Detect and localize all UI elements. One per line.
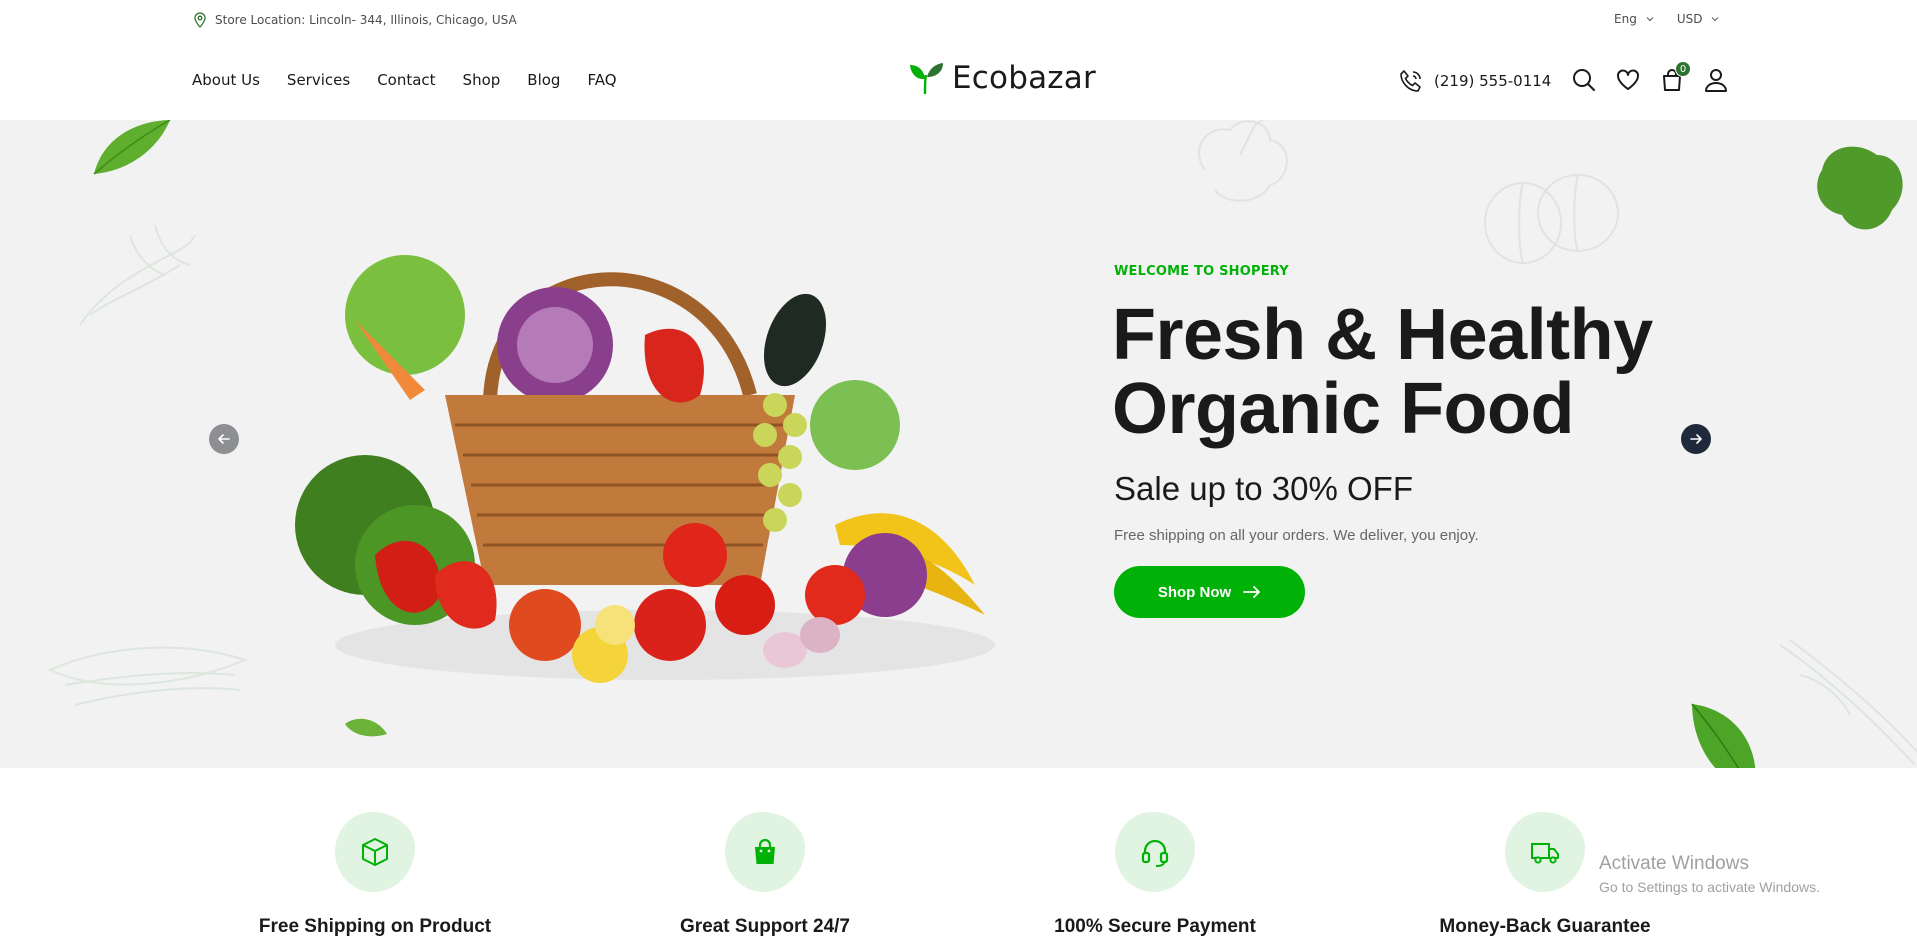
wishlist-button[interactable] — [1615, 67, 1641, 93]
okra-doodle-icon — [47, 646, 248, 706]
feature-title: Money-Back Guarantee — [1439, 916, 1651, 937]
user-icon — [1705, 69, 1727, 92]
slider-prev-button[interactable] — [209, 424, 239, 454]
arrow-left-icon — [218, 434, 230, 444]
sprout-leaf-icon — [910, 63, 943, 95]
logo[interactable]: Ecobazar — [908, 60, 1096, 96]
main-nav: About Us Services Contact Shop Blog FAQ … — [0, 40, 1917, 120]
feature-item: Great Support 24/7 — [615, 812, 915, 938]
cart-count-badge: 0 — [1675, 61, 1691, 77]
nav-item-blog[interactable]: Blog — [527, 71, 560, 89]
phone-contact[interactable]: (219) 555-0114 — [1398, 68, 1551, 94]
arrow-right-icon — [1243, 586, 1261, 598]
top-bar: Store Location: Lincoln- 344, Illinois, … — [0, 0, 1917, 40]
pepper-doodle-icon — [79, 224, 196, 326]
heart-icon — [1617, 69, 1639, 90]
currency-value: USD — [1676, 12, 1703, 26]
shop-now-label: Shop Now — [1157, 583, 1232, 601]
truck-icon — [1531, 843, 1559, 864]
windows-activation-watermark: Activate Windows Go to Settings to activ… — [1599, 853, 1820, 895]
leaf-decoration-icon — [1817, 146, 1903, 230]
hero-headline: Fresh & Healthy Organic Food — [1112, 298, 1752, 446]
leaf-decoration-icon — [345, 718, 387, 737]
headphones-icon — [1141, 839, 1169, 867]
feature-item: 100% Secure Payment — [1005, 812, 1305, 938]
account-button[interactable] — [1703, 67, 1729, 93]
hero-subtext: Free shipping on all your orders. We del… — [1114, 527, 1479, 544]
map-pin-icon — [194, 12, 206, 28]
feature-title: Free Shipping on Product — [258, 916, 492, 937]
search-icon — [1573, 69, 1595, 91]
cart-button[interactable]: 0 — [1659, 61, 1691, 93]
box-icon — [362, 838, 388, 866]
leaf-decoration-icon — [93, 120, 171, 175]
hero-headline-line1: Fresh & Healthy — [1112, 295, 1653, 375]
hero-eyebrow: WELCOME TO SHOPERY — [1114, 264, 1289, 279]
store-location-text: Store Location: Lincoln- 344, Illinois, … — [215, 13, 517, 27]
feature-item: Free Shipping on Product — [225, 812, 525, 938]
nav-item-services[interactable]: Services — [287, 71, 350, 89]
chevron-down-icon — [1646, 17, 1654, 22]
hero-sale-text: Sale up to 30% OFF — [1114, 470, 1413, 507]
shopping-bag-icon — [755, 838, 775, 864]
leaf-decoration-icon — [1691, 703, 1756, 768]
nav-item-contact[interactable]: Contact — [377, 71, 435, 89]
feature-title: 100% Secure Payment — [1054, 916, 1256, 937]
chevron-down-icon — [1712, 17, 1719, 22]
feature-title: Great Support 24/7 — [680, 916, 850, 937]
logo-text: Ecobazar — [952, 60, 1096, 96]
onion-doodle-icon — [1484, 174, 1619, 264]
carrot-doodle-icon — [1779, 639, 1917, 766]
language-value: Eng — [1614, 12, 1637, 26]
nav-item-faq[interactable]: FAQ — [587, 71, 616, 89]
phone-call-icon — [1400, 70, 1421, 92]
language-select[interactable]: Eng — [1614, 12, 1655, 26]
watermark-line1: Activate Windows — [1599, 853, 1749, 874]
currency-select[interactable]: USD — [1677, 12, 1721, 26]
store-location: Store Location: Lincoln- 344, Illinois, … — [193, 12, 517, 28]
phone-number: (219) 555-0114 — [1434, 72, 1552, 90]
shop-now-button[interactable]: Shop Now — [1114, 566, 1305, 618]
hero-headline-line2: Organic Food — [1112, 369, 1575, 449]
watermark-line2: Go to Settings to activate Windows. — [1599, 879, 1820, 895]
nav-menu: About Us Services Contact Shop Blog FAQ — [192, 71, 617, 89]
nav-item-about-us[interactable]: About Us — [192, 71, 260, 89]
hero-banner: WELCOME TO SHOPERY Fresh & Healthy Organ… — [0, 120, 1917, 768]
search-button[interactable] — [1571, 67, 1597, 93]
vegetable-basket-image — [295, 255, 995, 683]
broccoli-doodle-icon — [1198, 120, 1288, 202]
nav-item-shop[interactable]: Shop — [463, 71, 501, 89]
